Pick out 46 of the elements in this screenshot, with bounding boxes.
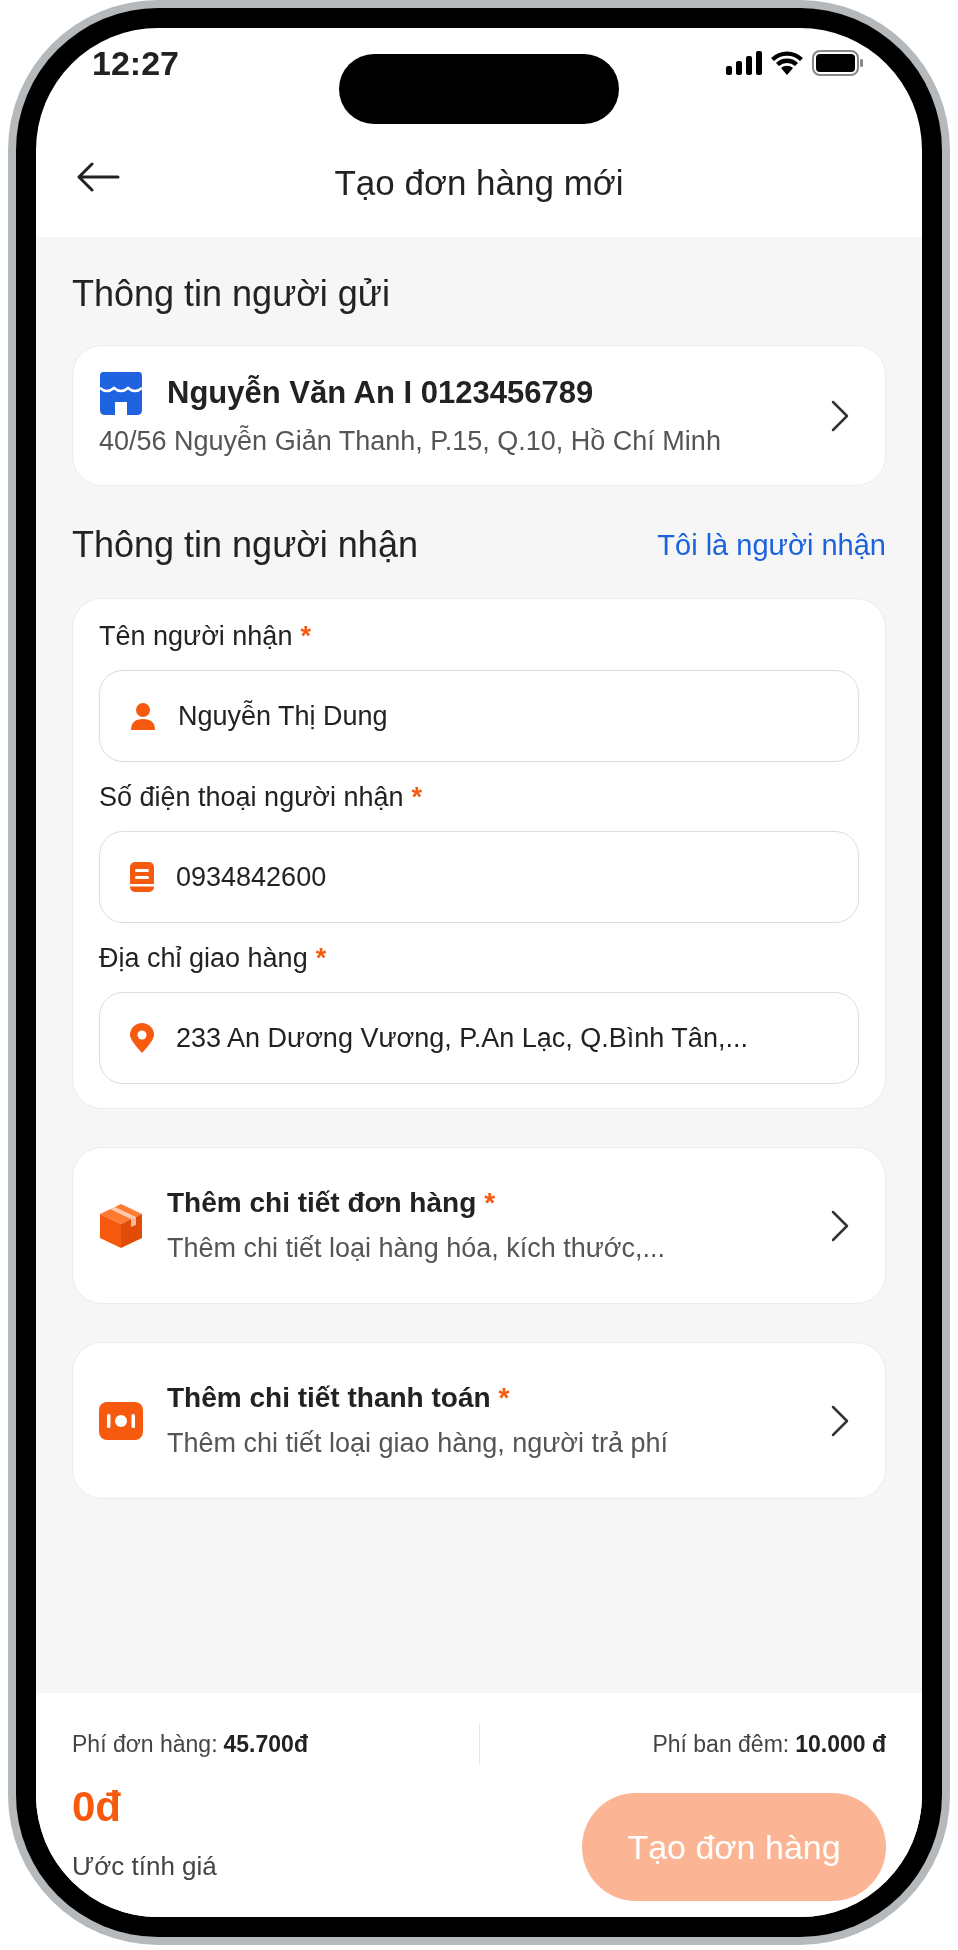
field-label: Địa chỉ giao hàng xyxy=(99,943,308,975)
row-subtitle: Thêm chi tiết loại giao hàng, người trả phí xyxy=(167,1428,670,1460)
self-receiver-link[interactable]: Tôi là người nhận xyxy=(657,528,886,562)
battery-icon xyxy=(812,50,864,76)
fee-value: 10.000 đ xyxy=(795,1730,886,1758)
input-field[interactable]: Nguyễn Thị Dung xyxy=(99,670,859,763)
field-label: Số điện thoại người nhận xyxy=(99,782,404,814)
fee-label: Phí ban đêm: xyxy=(652,1730,790,1758)
chevron-right-icon xyxy=(831,1209,849,1242)
row-title: Thêm chi tiết đơn hàng xyxy=(167,1187,477,1220)
field-value: Nguyễn Thị Dung xyxy=(178,700,388,732)
store-icon xyxy=(99,370,143,416)
status-time: 12:27 xyxy=(92,43,179,83)
fee-label: Phí đơn hàng: xyxy=(72,1730,218,1758)
required-mark: * xyxy=(498,1382,510,1415)
section-heading: Thông tin người gửi xyxy=(72,273,390,315)
row-title: Thêm chi tiết thanh toán xyxy=(167,1382,491,1415)
location-pin-icon xyxy=(130,1023,154,1054)
input-field[interactable]: 0934842600 xyxy=(99,831,859,924)
total-label: Ước tính giá xyxy=(72,1851,217,1882)
detail-row-card[interactable]: Thêm chi tiết thanh toán * Thêm chi tiết loại giao hàng, người trả phí xyxy=(72,1342,886,1500)
detail-row-card[interactable]: Thêm chi tiết đơn hàng * Thêm chi tiết loại hàng hóa, kích thước,... xyxy=(72,1147,886,1305)
contact-card-icon xyxy=(130,862,154,893)
required-mark: * xyxy=(484,1187,496,1220)
sender-address: 40/56 Nguyễn Giản Thanh, P.15, Q.10, Hồ Chí Minh xyxy=(99,424,722,458)
sender-name: Nguyễn Văn An I 0123456789 xyxy=(167,375,594,411)
required-mark: * xyxy=(411,782,423,814)
person-icon xyxy=(130,702,156,731)
chevron-right-icon xyxy=(831,399,849,432)
total-price: 0đ xyxy=(72,1783,122,1831)
chevron-right-icon xyxy=(831,1404,849,1437)
required-mark: * xyxy=(315,943,327,975)
fee-value: 45.700đ xyxy=(223,1730,308,1758)
ticket-icon xyxy=(99,1401,143,1440)
wifi-icon xyxy=(770,51,804,75)
signal-icon xyxy=(726,51,762,75)
field-label: Tên người nhận xyxy=(99,621,293,653)
page-title: Tạo đơn hàng mới xyxy=(334,162,624,203)
sender-card[interactable]: Nguyễn Văn An I 0123456789 40/56 Nguyễn Giản Thanh, P.15, Q.10, Hồ Chí Minh xyxy=(72,345,886,487)
box-icon xyxy=(99,1202,143,1249)
field-value: 0934842600 xyxy=(176,861,327,893)
input-field[interactable]: 233 An Dương Vương, P.An Lạc, Q.Bình Tân,... xyxy=(99,992,859,1085)
field-value: 233 An Dương Vương, P.An Lạc, Q.Bình Tân,... xyxy=(176,1022,748,1054)
required-mark: * xyxy=(300,621,311,653)
section-heading: Thông tin người nhận xyxy=(72,524,418,567)
row-subtitle: Thêm chi tiết loại hàng hóa, kích thước,... xyxy=(167,1233,667,1265)
